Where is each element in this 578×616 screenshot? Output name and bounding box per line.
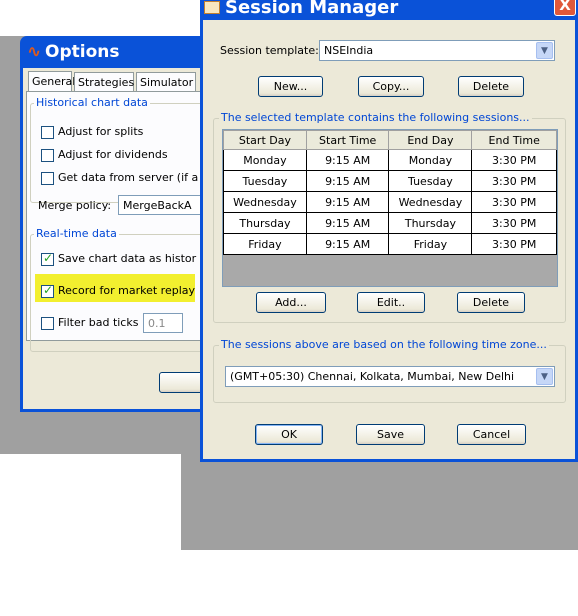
filter-bad-ticks-label: Filter bad ticks bbox=[58, 316, 139, 329]
delete-session-button[interactable]: Delete bbox=[457, 292, 525, 313]
table-cell: 9:15 AM bbox=[305, 149, 390, 171]
table-cell: Friday bbox=[223, 233, 307, 255]
options-body: General Strategies Simulator Historical … bbox=[23, 68, 326, 409]
column-header-end-day[interactable]: End Day bbox=[388, 130, 473, 150]
table-cell: 3:30 PM bbox=[471, 212, 557, 234]
table-header-row: Start Day Start Time End Day End Time bbox=[223, 130, 557, 150]
chevron-down-icon[interactable]: ▼ bbox=[536, 368, 553, 385]
sessions-table: Start Day Start Time End Day End Time Mo… bbox=[223, 130, 557, 255]
session-manager-window: Session Manager X Session template: NSEI… bbox=[200, 0, 578, 462]
new-template-button[interactable]: New... bbox=[258, 76, 323, 97]
table-cell: Tuesday bbox=[388, 170, 473, 192]
timezone-select[interactable]: (GMT+05:30) Chennai, Kolkata, Mumbai, Ne… bbox=[225, 366, 555, 387]
table-cell: 3:30 PM bbox=[471, 191, 557, 213]
session-template-label: Session template: bbox=[220, 44, 319, 57]
adjust-dividends-checkbox[interactable] bbox=[41, 149, 54, 162]
table-cell: Monday bbox=[223, 149, 307, 171]
table-cell: 3:30 PM bbox=[471, 233, 557, 255]
table-cell: Tuesday bbox=[223, 170, 307, 192]
table-row[interactable]: Wednesday 9:15 AM Wednesday 3:30 PM bbox=[223, 191, 557, 213]
get-data-server-checkbox[interactable] bbox=[41, 172, 54, 185]
session-manager-body: Session template: NSEIndia ▼ New... Copy… bbox=[203, 20, 575, 459]
table-cell: 9:15 AM bbox=[305, 170, 390, 192]
column-header-start-time[interactable]: Start Time bbox=[305, 130, 390, 150]
add-session-button[interactable]: Add... bbox=[256, 292, 326, 313]
options-window: ∿ Options General Strategies Simulator H… bbox=[20, 36, 326, 412]
tab-simulator[interactable]: Simulator bbox=[136, 72, 196, 92]
save-button[interactable]: Save bbox=[356, 424, 425, 445]
table-cell: 9:15 AM bbox=[305, 212, 390, 234]
session-template-value: NSEIndia bbox=[324, 44, 374, 57]
delete-template-button[interactable]: Delete bbox=[458, 76, 524, 97]
adjust-splits-checkbox[interactable] bbox=[41, 126, 54, 139]
filter-bad-ticks-value[interactable]: 0.1 bbox=[143, 313, 183, 333]
edit-session-button[interactable]: Edit.. bbox=[357, 292, 425, 313]
save-chart-data-label: Save chart data as histor bbox=[58, 252, 197, 265]
options-titlebar: ∿ Options bbox=[20, 36, 210, 68]
table-cell: 3:30 PM bbox=[471, 149, 557, 171]
timezone-value: (GMT+05:30) Chennai, Kolkata, Mumbai, Ne… bbox=[230, 370, 515, 383]
record-market-replay-checkbox[interactable] bbox=[41, 283, 54, 298]
copy-template-button[interactable]: Copy... bbox=[358, 76, 424, 97]
table-row[interactable]: Monday 9:15 AM Monday 3:30 PM bbox=[223, 149, 557, 171]
table-cell: Wednesday bbox=[223, 191, 307, 213]
filter-bad-ticks-checkbox[interactable] bbox=[41, 317, 54, 330]
close-button[interactable]: X bbox=[554, 0, 576, 16]
adjust-splits-label: Adjust for splits bbox=[58, 125, 144, 138]
session-template-select[interactable]: NSEIndia ▼ bbox=[319, 40, 555, 61]
sessions-table-container: Start Day Start Time End Day End Time Mo… bbox=[222, 129, 558, 287]
table-cell: Thursday bbox=[223, 212, 307, 234]
table-row[interactable]: Tuesday 9:15 AM Tuesday 3:30 PM bbox=[223, 170, 557, 192]
session-manager-app-icon bbox=[204, 1, 220, 14]
table-cell: 9:15 AM bbox=[305, 233, 390, 255]
realtime-group-title: Real-time data bbox=[34, 227, 119, 240]
adjust-dividends-label: Adjust for dividends bbox=[58, 148, 168, 161]
column-header-end-time[interactable]: End Time bbox=[471, 130, 557, 150]
table-cell: Thursday bbox=[388, 212, 473, 234]
cancel-button[interactable]: Cancel bbox=[457, 424, 526, 445]
table-cell: Friday bbox=[388, 233, 473, 255]
sessions-group-title: The selected template contains the follo… bbox=[219, 111, 532, 124]
column-header-start-day[interactable]: Start Day bbox=[223, 130, 307, 150]
options-title: Options bbox=[45, 42, 120, 62]
session-manager-title: Session Manager bbox=[225, 0, 399, 18]
tab-strategies[interactable]: Strategies bbox=[74, 72, 134, 92]
merge-policy-label: Merge policy: bbox=[38, 199, 112, 212]
table-cell: Wednesday bbox=[388, 191, 473, 213]
get-data-server-label: Get data from server (if a bbox=[58, 171, 199, 184]
record-market-replay-label: Record for market replay bbox=[58, 284, 195, 297]
ok-button[interactable]: OK bbox=[255, 424, 323, 445]
historical-group-title: Historical chart data bbox=[34, 96, 150, 109]
table-cell: Monday bbox=[388, 149, 473, 171]
table-cell: 3:30 PM bbox=[471, 170, 557, 192]
save-chart-data-checkbox[interactable] bbox=[41, 251, 54, 266]
table-row[interactable]: Friday 9:15 AM Friday 3:30 PM bbox=[223, 233, 557, 255]
table-row[interactable]: Thursday 9:15 AM Thursday 3:30 PM bbox=[223, 212, 557, 234]
chevron-down-icon[interactable]: ▼ bbox=[536, 42, 553, 59]
table-cell: 9:15 AM bbox=[305, 191, 390, 213]
timezone-group-title: The sessions above are based on the foll… bbox=[219, 338, 549, 351]
desktop-background-lower bbox=[181, 454, 578, 550]
tab-general[interactable]: General bbox=[28, 71, 75, 92]
options-app-icon: ∿ bbox=[27, 42, 42, 62]
